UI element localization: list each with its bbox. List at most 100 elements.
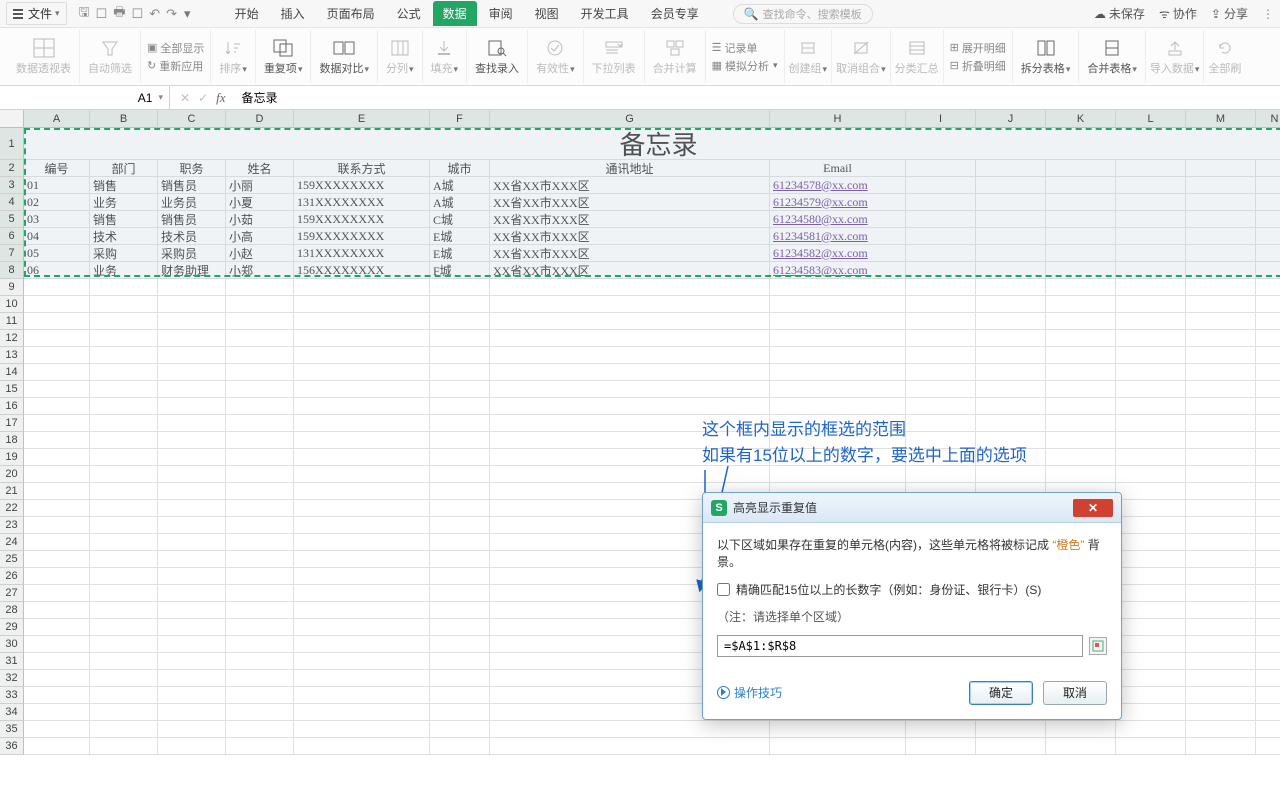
empty-cell[interactable] <box>294 313 430 330</box>
empty-cell[interactable] <box>90 398 158 415</box>
empty-cell[interactable] <box>976 738 1046 755</box>
import-data-button[interactable]: 导入数据▾ <box>1146 30 1205 83</box>
empty-cell[interactable] <box>1186 670 1256 687</box>
data-cell[interactable] <box>1116 211 1186 228</box>
data-cell[interactable]: 小丽 <box>226 177 294 194</box>
empty-cell[interactable] <box>430 585 490 602</box>
empty-cell[interactable] <box>490 398 770 415</box>
row-header[interactable]: 15 <box>0 381 24 398</box>
empty-cell[interactable] <box>490 721 770 738</box>
row-header[interactable]: 17 <box>0 415 24 432</box>
empty-cell[interactable] <box>906 279 976 296</box>
empty-cell[interactable] <box>24 347 90 364</box>
empty-cell[interactable] <box>294 517 430 534</box>
empty-cell[interactable] <box>1116 449 1186 466</box>
empty-cell[interactable] <box>24 517 90 534</box>
row-header[interactable]: 26 <box>0 568 24 585</box>
empty-cell[interactable] <box>226 347 294 364</box>
empty-cell[interactable] <box>490 466 770 483</box>
empty-cell[interactable] <box>430 687 490 704</box>
tab-开发工具[interactable]: 开发工具 <box>571 1 639 26</box>
empty-cell[interactable] <box>430 551 490 568</box>
empty-cell[interactable] <box>158 364 226 381</box>
empty-cell[interactable] <box>906 313 976 330</box>
empty-cell[interactable] <box>294 347 430 364</box>
fill-button[interactable]: 填充▾ <box>423 30 468 83</box>
empty-cell[interactable] <box>1186 517 1256 534</box>
data-cell[interactable]: 159XXXXXXXX <box>294 177 430 194</box>
data-cell[interactable]: 业务 <box>90 194 158 211</box>
row-header[interactable]: 7 <box>0 245 24 262</box>
whatif-button[interactable]: ▦模拟分析▾ <box>712 57 778 75</box>
data-cell[interactable]: 业务员 <box>158 194 226 211</box>
empty-cell[interactable] <box>158 602 226 619</box>
empty-cell[interactable] <box>1256 551 1280 568</box>
tab-审阅[interactable]: 审阅 <box>479 1 523 26</box>
empty-cell[interactable] <box>226 721 294 738</box>
data-cell[interactable]: 销售 <box>90 211 158 228</box>
empty-cell[interactable] <box>1186 585 1256 602</box>
empty-cell[interactable] <box>976 721 1046 738</box>
group-remove-button[interactable]: 取消组合▾ <box>832 30 891 83</box>
empty-cell[interactable] <box>1256 313 1280 330</box>
empty-cell[interactable] <box>294 568 430 585</box>
empty-cell[interactable] <box>430 313 490 330</box>
data-cell[interactable] <box>976 228 1046 245</box>
empty-cell[interactable] <box>1256 619 1280 636</box>
empty-cell[interactable] <box>1186 415 1256 432</box>
row-header[interactable]: 27 <box>0 585 24 602</box>
data-cell[interactable]: 05 <box>24 245 90 262</box>
empty-cell[interactable] <box>430 415 490 432</box>
tab-数据[interactable]: 数据 <box>433 1 477 26</box>
empty-cell[interactable] <box>976 296 1046 313</box>
empty-cell[interactable] <box>490 313 770 330</box>
empty-cell[interactable] <box>490 330 770 347</box>
empty-cell[interactable] <box>430 670 490 687</box>
row-header[interactable]: 10 <box>0 296 24 313</box>
empty-cell[interactable] <box>226 551 294 568</box>
empty-cell[interactable] <box>90 364 158 381</box>
empty-cell[interactable] <box>90 704 158 721</box>
header-cell[interactable] <box>906 160 976 177</box>
data-cell[interactable]: 06 <box>24 262 90 279</box>
empty-cell[interactable] <box>430 500 490 517</box>
empty-cell[interactable] <box>430 636 490 653</box>
range-picker-button[interactable] <box>1089 637 1107 655</box>
select-all-corner[interactable] <box>0 110 24 128</box>
empty-cell[interactable] <box>90 670 158 687</box>
empty-cell[interactable] <box>24 398 90 415</box>
data-cell[interactable] <box>1046 245 1116 262</box>
empty-cell[interactable] <box>90 415 158 432</box>
empty-cell[interactable] <box>158 670 226 687</box>
empty-cell[interactable] <box>294 381 430 398</box>
empty-cell[interactable] <box>1046 347 1116 364</box>
row-header[interactable]: 2 <box>0 160 24 177</box>
empty-cell[interactable] <box>158 313 226 330</box>
column-header[interactable]: K <box>1046 110 1116 128</box>
data-cell[interactable]: 采购员 <box>158 245 226 262</box>
empty-cell[interactable] <box>1256 500 1280 517</box>
empty-cell[interactable] <box>1116 347 1186 364</box>
row-header[interactable]: 8 <box>0 262 24 279</box>
empty-cell[interactable] <box>294 398 430 415</box>
empty-cell[interactable] <box>1116 687 1186 704</box>
empty-cell[interactable] <box>906 466 976 483</box>
empty-cell[interactable] <box>1116 704 1186 721</box>
group-create-button[interactable]: 创建组▾ <box>785 30 833 83</box>
empty-cell[interactable] <box>24 653 90 670</box>
empty-cell[interactable] <box>490 364 770 381</box>
empty-cell[interactable] <box>294 636 430 653</box>
header-cell[interactable]: 通讯地址 <box>490 160 770 177</box>
header-cell[interactable]: 联系方式 <box>294 160 430 177</box>
empty-cell[interactable] <box>294 279 430 296</box>
column-header[interactable]: A <box>24 110 90 128</box>
data-cell[interactable]: 小赵 <box>226 245 294 262</box>
empty-cell[interactable] <box>90 568 158 585</box>
data-cell[interactable]: 61234580@xx.com <box>770 211 906 228</box>
data-cell[interactable] <box>1046 262 1116 279</box>
empty-cell[interactable] <box>1116 398 1186 415</box>
empty-cell[interactable] <box>158 432 226 449</box>
empty-cell[interactable] <box>1046 721 1116 738</box>
empty-cell[interactable] <box>976 466 1046 483</box>
data-cell[interactable]: 01 <box>24 177 90 194</box>
